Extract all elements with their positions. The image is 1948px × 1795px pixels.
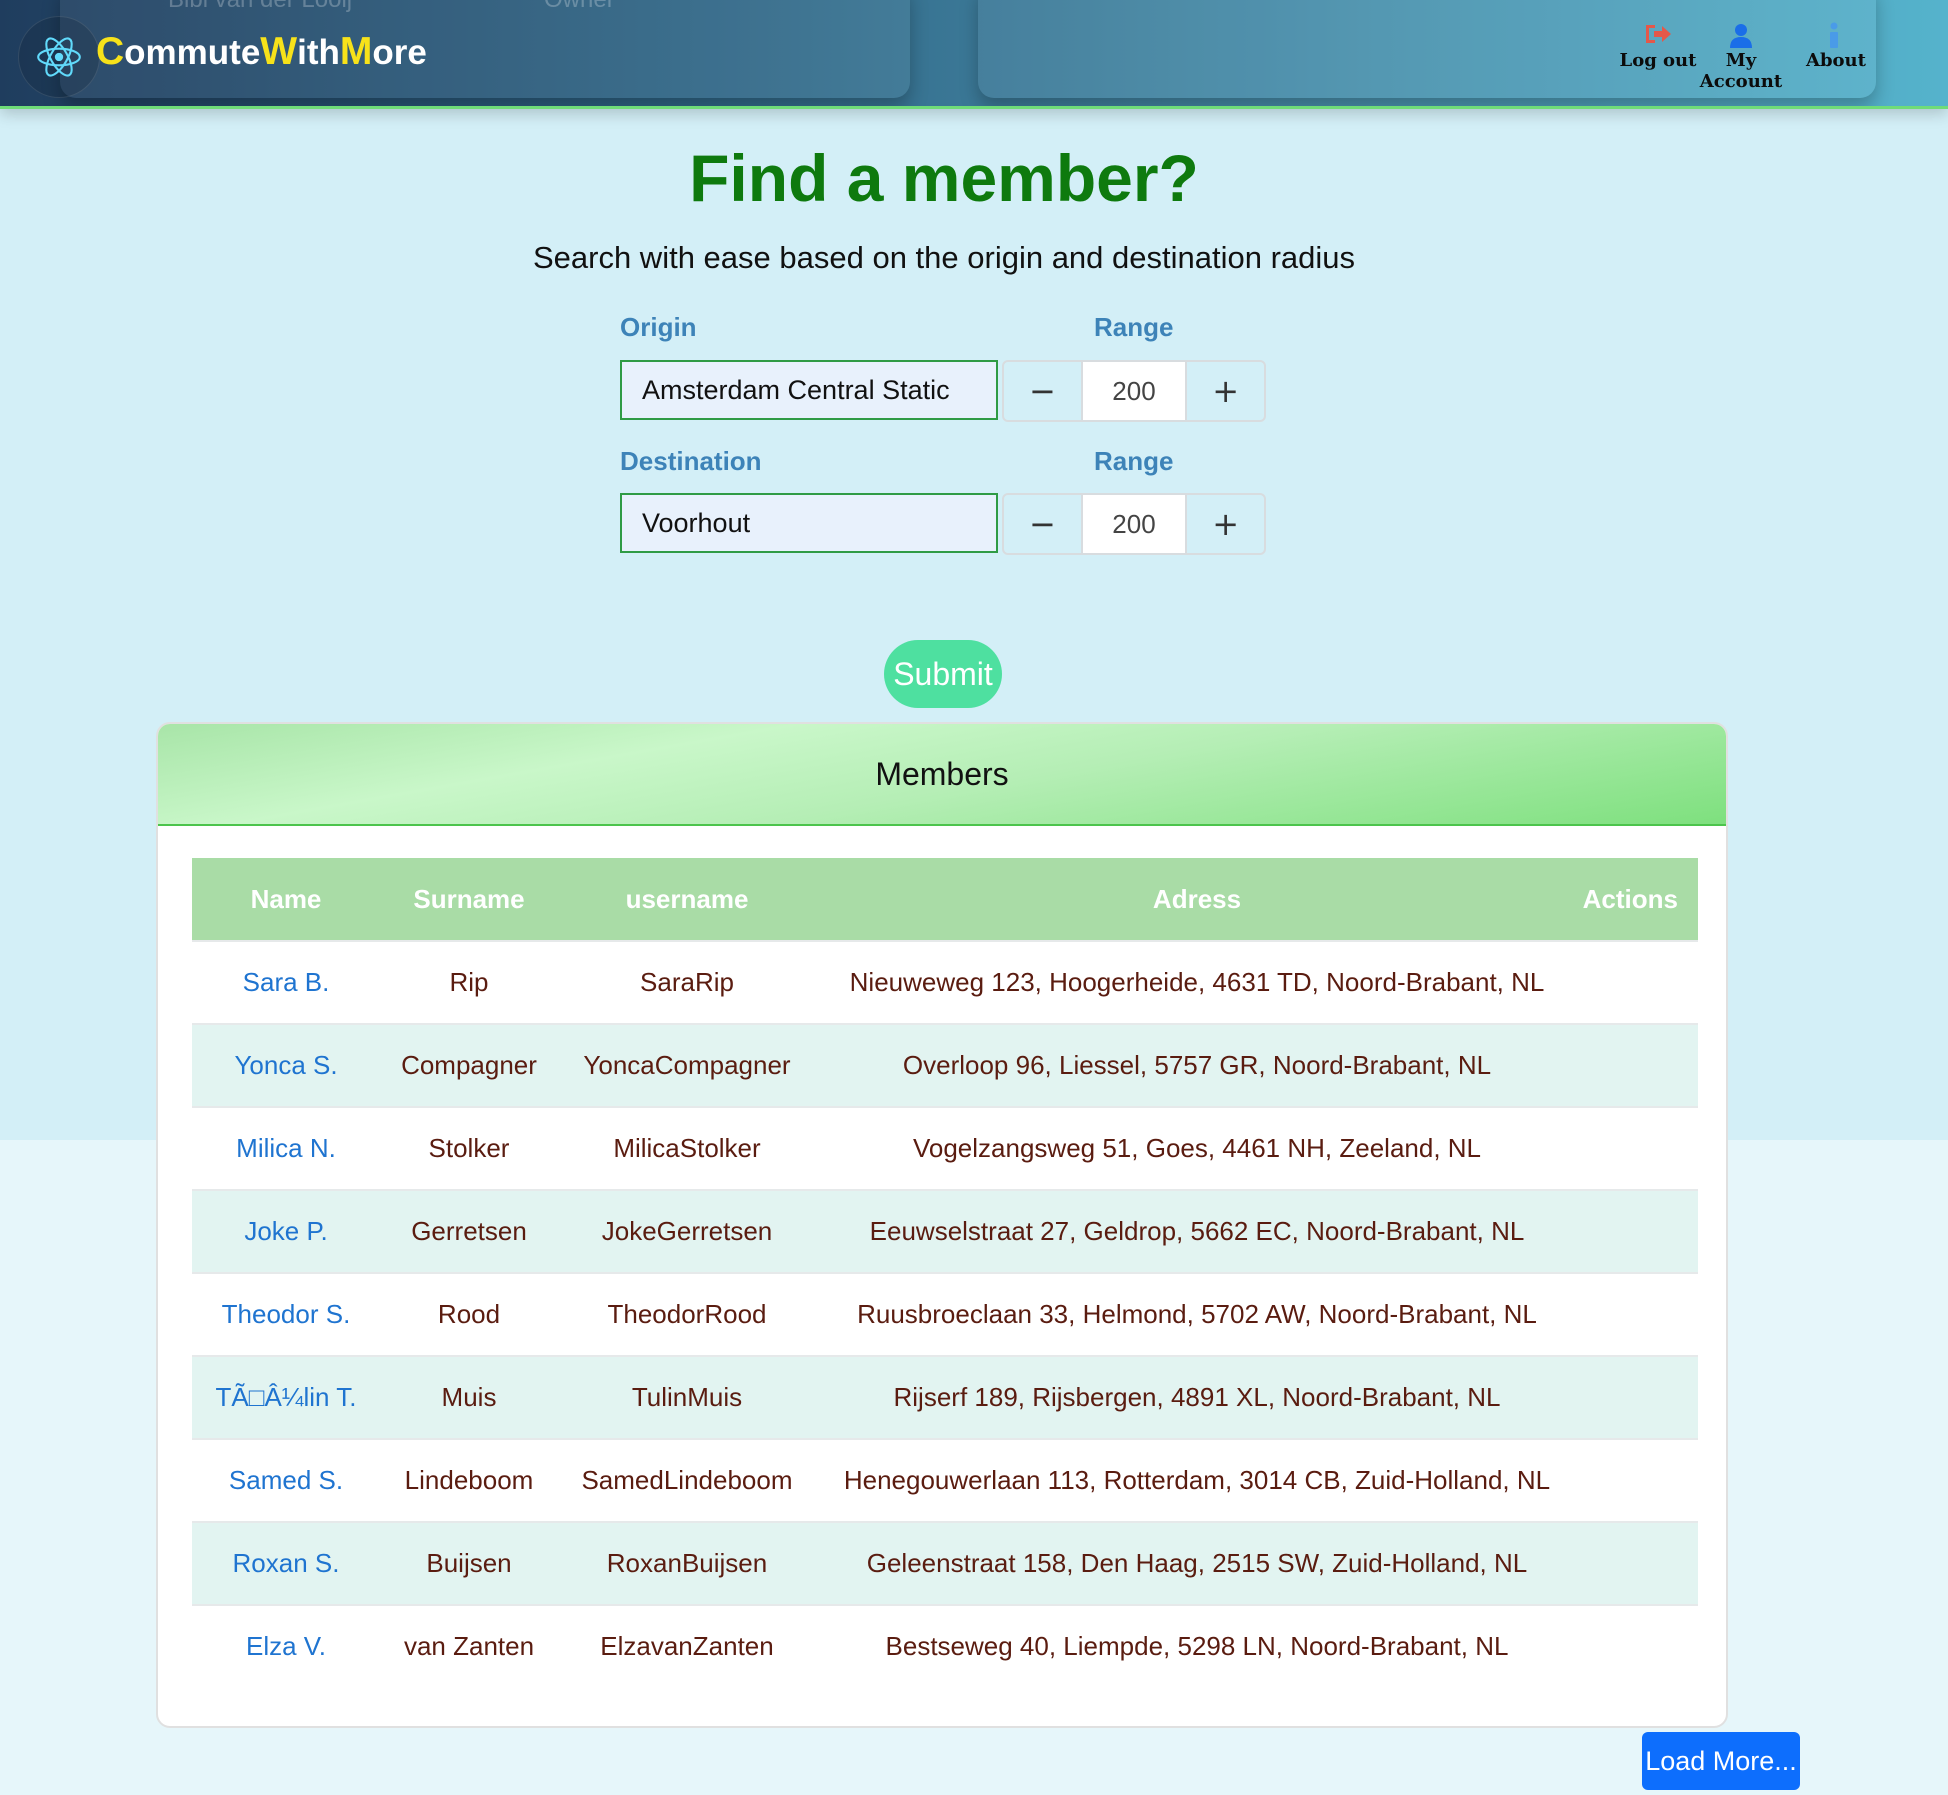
member-address-cell: Vogelzangsweg 51, Goes, 4461 NH, Zeeland… bbox=[912, 1133, 1482, 1163]
user-icon bbox=[1686, 22, 1796, 48]
member-address-cell: Nieuweweg 123, Hoogerheide, 4631 TD, Noo… bbox=[849, 967, 1545, 997]
ghost-role-text: Owner bbox=[544, 0, 615, 14]
member-username-cell: SaraRip bbox=[640, 967, 734, 997]
brand-text: ore bbox=[372, 33, 427, 72]
brand-letter: W bbox=[260, 30, 298, 73]
table-body: Sara B. Rip SaraRip Nieuweweg 123, Hoogerhe… bbox=[192, 940, 1698, 1687]
members-card: Members Name Surname username Adress Act… bbox=[156, 722, 1728, 1728]
nav-about[interactable]: About bbox=[1806, 22, 1866, 71]
member-surname-cell: Rip bbox=[449, 967, 489, 997]
member-name-link[interactable]: Joke P. bbox=[192, 1216, 380, 1247]
nav-about-label: About bbox=[1806, 50, 1866, 71]
origin-range-input[interactable]: 200 bbox=[1080, 362, 1188, 420]
member-surname-cell: van Zanten bbox=[403, 1631, 535, 1661]
member-surname-cell: Stolker bbox=[428, 1133, 510, 1163]
column-header-username: username bbox=[625, 883, 749, 914]
member-name-link[interactable]: Sara B. bbox=[192, 967, 380, 998]
table-row: Theodor S. Rood TheodorRood Ruusbroeclaan 3… bbox=[192, 1272, 1698, 1355]
nav-my-account-label: My Account bbox=[1699, 50, 1783, 92]
destination-range-increment-button[interactable]: + bbox=[1187, 495, 1264, 553]
nav-my-account[interactable]: My Account bbox=[1686, 22, 1796, 92]
table-row: Roxan S. Buijsen RoxanBuijsen Geleenstraat … bbox=[192, 1521, 1698, 1604]
table-row: Joke P. Gerretsen JokeGerretsen Eeuwselstra… bbox=[192, 1189, 1698, 1272]
member-address-cell: Bestseweg 40, Liempde, 5298 LN, Noord-Br… bbox=[885, 1631, 1509, 1661]
member-name-link[interactable]: Samed S. bbox=[192, 1465, 380, 1496]
destination-range-stepper: − 200 + bbox=[1002, 493, 1266, 555]
brand-name[interactable]: CommuteWithMore bbox=[96, 30, 427, 74]
member-username-cell: TulinMuis bbox=[631, 1382, 743, 1412]
member-username-cell: RoxanBuijsen bbox=[606, 1548, 768, 1578]
member-username-cell: SamedLindeboom bbox=[581, 1465, 793, 1495]
member-username-cell: MilicaStolker bbox=[613, 1133, 761, 1163]
column-header-name: Name bbox=[250, 883, 322, 914]
member-name-link[interactable]: TÃ□Â¼lin T. bbox=[192, 1382, 380, 1413]
brand-text: ommute bbox=[124, 33, 261, 72]
member-address-cell: Geleenstraat 158, Den Haag, 2515 SW, Zui… bbox=[866, 1548, 1528, 1578]
table-row: Sara B. Rip SaraRip Nieuweweg 123, Hoogerhe… bbox=[192, 940, 1698, 1023]
destination-range-input[interactable]: 200 bbox=[1080, 495, 1188, 553]
member-address-cell: Ruusbroeclaan 33, Helmond, 5702 AW, Noor… bbox=[857, 1299, 1537, 1329]
origin-range-increment-button[interactable]: + bbox=[1187, 362, 1264, 420]
destination-range-decrement-button[interactable]: − bbox=[1004, 495, 1081, 553]
table-row: Milica N. Stolker MilicaStolker Vogelzangsw… bbox=[192, 1106, 1698, 1189]
ghost-name-text: Bibi van der Looij bbox=[168, 0, 352, 14]
member-surname-cell: Compagner bbox=[401, 1050, 537, 1080]
member-surname-cell: Gerretsen bbox=[411, 1216, 527, 1246]
origin-range-decrement-button[interactable]: − bbox=[1004, 362, 1081, 420]
top-navbar: Bibi van der Looij Owner CommuteWithMore… bbox=[0, 0, 1948, 108]
member-name-link[interactable]: Yonca S. bbox=[192, 1050, 380, 1081]
member-username-cell: JokeGerretsen bbox=[601, 1216, 773, 1246]
submit-button[interactable]: Submit bbox=[884, 640, 1002, 708]
column-header-address: Adress bbox=[1152, 883, 1242, 914]
table-row: Samed S. Lindeboom SamedLindeboom Henegouwe… bbox=[192, 1438, 1698, 1521]
destination-label: Destination bbox=[620, 446, 762, 476]
member-surname-cell: Lindeboom bbox=[404, 1465, 534, 1495]
table-row: TÃ□Â¼lin T. Muis TulinMuis Rijserf 189, Rij… bbox=[192, 1355, 1698, 1438]
member-address-cell: Henegouwerlaan 113, Rotterdam, 3014 CB, … bbox=[843, 1465, 1551, 1495]
member-username-cell: ElzavanZanten bbox=[600, 1631, 774, 1661]
member-name-link[interactable]: Milica N. bbox=[192, 1133, 380, 1164]
member-address-cell: Eeuwselstraat 27, Geldrop, 5662 EC, Noor… bbox=[869, 1216, 1525, 1246]
column-header-actions: Actions bbox=[1582, 883, 1678, 914]
brand-letter: M bbox=[339, 30, 373, 73]
member-address-cell: Rijserf 189, Rijsbergen, 4891 XL, Noord-… bbox=[893, 1382, 1501, 1412]
members-card-title: Members bbox=[158, 724, 1726, 826]
table-row: Yonca S. Compagner YoncaCompagner Overloop … bbox=[192, 1023, 1698, 1106]
table-header-row: Name Surname username Adress Actions bbox=[192, 858, 1698, 940]
member-surname-cell: Rood bbox=[437, 1299, 501, 1329]
destination-input[interactable]: Voorhout bbox=[620, 493, 998, 553]
react-logo-icon[interactable] bbox=[18, 16, 100, 98]
destination-range-label: Range bbox=[1094, 446, 1174, 476]
brand-text: ith bbox=[297, 33, 340, 72]
member-address-cell: Overloop 96, Liessel, 5757 GR, Noord-Bra… bbox=[902, 1050, 1492, 1080]
member-name-link[interactable]: Elza V. bbox=[192, 1631, 380, 1662]
member-surname-cell: Muis bbox=[441, 1382, 497, 1412]
origin-range-label: Range bbox=[1094, 312, 1174, 342]
header-accent-line bbox=[0, 106, 1948, 109]
member-username-cell: YoncaCompagner bbox=[583, 1050, 791, 1080]
load-more-button[interactable]: Load More... bbox=[1642, 1732, 1800, 1790]
origin-input[interactable]: Amsterdam Central Static bbox=[620, 360, 998, 420]
member-name-link[interactable]: Roxan S. bbox=[192, 1548, 380, 1579]
member-name-link[interactable]: Theodor S. bbox=[192, 1299, 380, 1330]
page-title: Find a member? bbox=[689, 141, 1199, 215]
origin-label: Origin bbox=[620, 312, 697, 342]
page-subtitle: Search with ease based on the origin and… bbox=[532, 240, 1356, 275]
brand-letter: C bbox=[96, 30, 125, 73]
member-username-cell: TheodorRood bbox=[607, 1299, 767, 1329]
origin-range-stepper: − 200 + bbox=[1002, 360, 1266, 422]
member-surname-cell: Buijsen bbox=[426, 1548, 512, 1578]
members-table: Name Surname username Adress Actions Sar… bbox=[192, 858, 1698, 1687]
table-row: Elza V. van Zanten ElzavanZanten Bestseweg … bbox=[192, 1604, 1698, 1687]
column-header-surname: Surname bbox=[413, 883, 525, 914]
info-icon bbox=[1806, 22, 1862, 48]
